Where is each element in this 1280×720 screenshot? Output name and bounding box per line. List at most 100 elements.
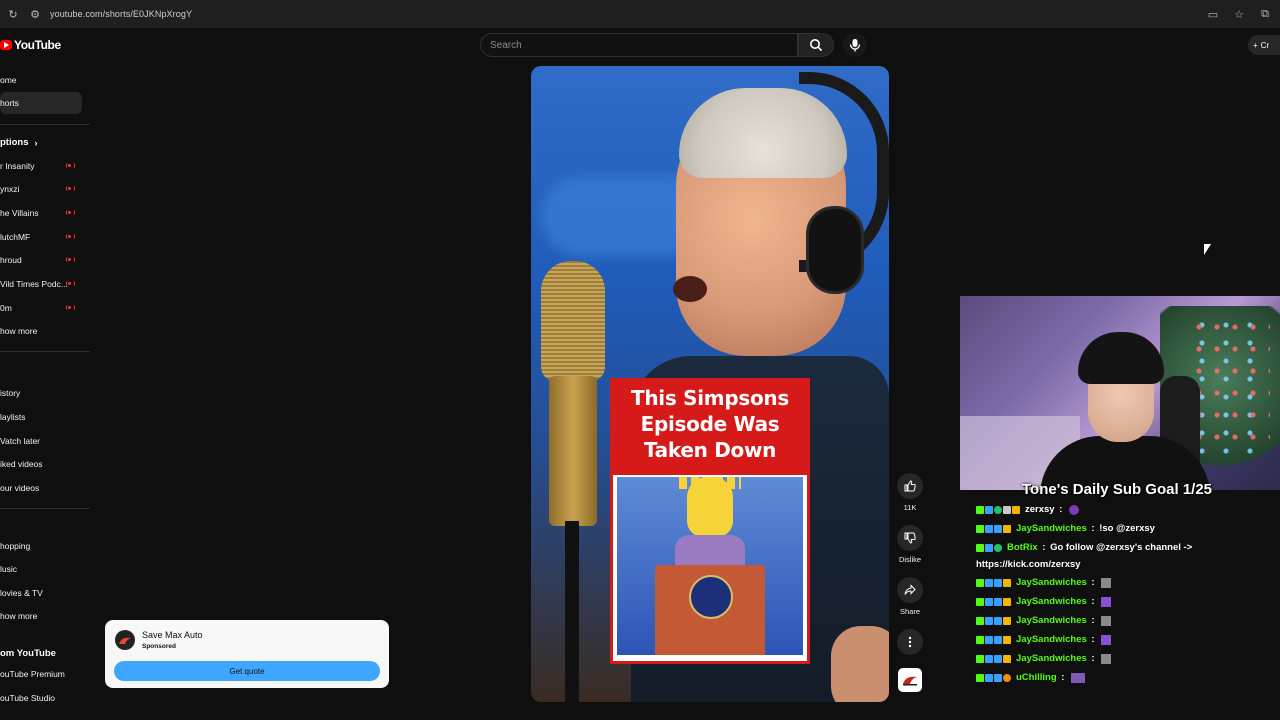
cast-icon[interactable]: ▭ bbox=[1206, 7, 1220, 21]
chat-separator: : bbox=[1088, 577, 1098, 588]
search-input[interactable]: Search bbox=[480, 33, 798, 57]
sidebar-item-label: lovies & TV bbox=[0, 588, 43, 598]
video-overlay-card: This Simpsons Episode Was Taken Down bbox=[610, 378, 810, 664]
overlay-title-line: Taken Down bbox=[643, 438, 777, 462]
sub-badge-icon bbox=[994, 616, 1002, 625]
cartoon-head bbox=[687, 477, 733, 537]
chat-badges bbox=[976, 635, 1011, 644]
sidebar-item-liked-videos[interactable]: iked videos bbox=[0, 453, 82, 475]
streamer-webcam bbox=[960, 296, 1280, 490]
masthead: YouTube Search + Cr bbox=[0, 28, 1280, 62]
sidebar-item-history[interactable]: istory bbox=[0, 382, 82, 404]
chat-badges bbox=[976, 597, 1011, 606]
share-button[interactable] bbox=[897, 577, 923, 603]
plus-icon: + bbox=[1253, 40, 1258, 50]
reload-icon[interactable]: ↻ bbox=[6, 7, 20, 21]
overlay-title-line: This Simpsons bbox=[631, 386, 789, 410]
sidebar-item-label: hroud bbox=[0, 255, 22, 265]
sidebar-item-your-videos[interactable]: our videos bbox=[0, 477, 82, 499]
mouse-cursor-icon bbox=[1204, 244, 1211, 255]
sidebar-item-watch-later[interactable]: Vatch later bbox=[0, 430, 82, 452]
emote-icon bbox=[1101, 615, 1112, 626]
sidebar-item-label: our videos bbox=[0, 483, 40, 493]
sidebar-item-label: Vatch later bbox=[0, 436, 41, 446]
sidebar-item-label: lutchMF bbox=[0, 232, 31, 242]
chat-username: BotRix bbox=[1007, 542, 1038, 553]
more-from-youtube-heading: om YouTube bbox=[0, 648, 56, 659]
thumbs-down-icon bbox=[904, 532, 916, 544]
tree-lights bbox=[1190, 316, 1270, 456]
kick-badge-icon bbox=[976, 505, 984, 514]
guide-sidebar: ome horts ptions › r Insanity ynxzi he V… bbox=[0, 62, 92, 720]
kick-badge-icon bbox=[976, 616, 984, 625]
sidebar-item-label: lusic bbox=[0, 564, 18, 574]
sidebar-item-label: hopping bbox=[0, 541, 31, 551]
sidebar-item-youtube-studio[interactable]: ouTube Studio bbox=[0, 687, 82, 709]
site-info-icon[interactable]: ⚙ bbox=[28, 7, 42, 21]
speaker-mouth bbox=[673, 276, 707, 302]
sidebar-show-more-subscriptions[interactable]: how more bbox=[0, 320, 82, 342]
kick-badge-icon bbox=[976, 597, 984, 606]
bookmark-star-icon[interactable]: ☆ bbox=[1232, 7, 1246, 21]
sub-badge-icon bbox=[994, 578, 1002, 587]
chat-separator: : bbox=[1088, 653, 1098, 664]
live-icon bbox=[66, 281, 75, 286]
sidebar-item-playlists[interactable]: laylists bbox=[0, 406, 82, 428]
divider bbox=[0, 508, 90, 509]
chat-message: BotRix : Go follow @zerxsy's channel -> bbox=[976, 542, 1192, 553]
sidebar-item-shopping[interactable]: hopping bbox=[0, 535, 82, 557]
kick-badge-icon bbox=[976, 543, 984, 552]
sidebar-show-more-explore[interactable]: how more bbox=[0, 605, 82, 627]
shorts-video-player[interactable]: This Simpsons Episode Was Taken Down bbox=[531, 66, 889, 702]
sidebar-item-label: ouTube Studio bbox=[0, 693, 55, 703]
sidebar-item-subscription[interactable]: Vild Times Podc... bbox=[0, 273, 82, 295]
voice-search-button[interactable] bbox=[843, 33, 867, 57]
sidebar-item-movies-tv[interactable]: lovies & TV bbox=[0, 582, 82, 604]
sidebar-item-label: iked videos bbox=[0, 459, 43, 469]
subscriptions-heading-label: ptions bbox=[0, 137, 29, 148]
like-button[interactable] bbox=[897, 473, 923, 499]
sidebar-item-youtube-premium[interactable]: ouTube Premium bbox=[0, 663, 82, 685]
sidebar-item-home[interactable]: ome bbox=[0, 69, 82, 91]
sidebar-item-shorts[interactable]: horts bbox=[0, 92, 82, 114]
youtube-logo[interactable]: YouTube bbox=[0, 38, 61, 52]
sub-goal-text: Tone's Daily Sub Goal 1/25 bbox=[1022, 481, 1213, 498]
dislike-button[interactable] bbox=[897, 525, 923, 551]
create-label: Cr bbox=[1260, 40, 1270, 50]
verified-badge-icon bbox=[985, 616, 993, 625]
sponsored-ad-card[interactable]: Save Max Auto Sponsored Get quote bbox=[105, 620, 389, 688]
create-button[interactable]: + Cr bbox=[1248, 35, 1280, 55]
chat-badges bbox=[976, 673, 1011, 682]
logo-text: YouTube bbox=[14, 38, 61, 52]
chat-badges bbox=[976, 543, 1002, 552]
chat-separator: : bbox=[1088, 634, 1098, 645]
verified-badge-icon bbox=[985, 543, 993, 552]
sidebar-item-subscription[interactable]: he Villains bbox=[0, 202, 82, 224]
chat-message-continuation: https://kick.com/zerxsy bbox=[976, 559, 1081, 570]
emote-icon bbox=[1071, 672, 1086, 683]
sidebar-item-subscription[interactable]: 0m bbox=[0, 297, 82, 319]
divider bbox=[0, 351, 90, 352]
channel-avatar[interactable] bbox=[898, 668, 922, 692]
subscriptions-heading[interactable]: ptions › bbox=[0, 137, 38, 148]
sidebar-item-music[interactable]: lusic bbox=[0, 558, 82, 580]
more-actions-button[interactable] bbox=[897, 629, 923, 655]
extensions-icon[interactable]: ⧉ bbox=[1258, 7, 1272, 21]
get-quote-button[interactable]: Get quote bbox=[114, 661, 380, 681]
chat-badges bbox=[976, 654, 1011, 663]
sidebar-item-subscription[interactable]: hroud bbox=[0, 249, 82, 271]
chat-link[interactable]: https://kick.com/zerxsy bbox=[976, 559, 1081, 570]
sidebar-item-label: ouTube Premium bbox=[0, 669, 65, 679]
address-bar[interactable]: youtube.com/shorts/E0JKNpXrogY bbox=[50, 9, 192, 19]
sidebar-item-subscription[interactable]: lutchMF bbox=[0, 226, 82, 248]
sidebar-item-subscription[interactable]: ynxzi bbox=[0, 178, 82, 200]
channel-logo-icon bbox=[903, 676, 917, 686]
search-button[interactable] bbox=[798, 33, 834, 57]
emote-icon bbox=[1101, 596, 1112, 607]
headphone-ear-cup bbox=[806, 206, 864, 294]
sidebar-item-label: r Insanity bbox=[0, 161, 35, 171]
chat-badges bbox=[976, 505, 1020, 514]
chat-badges bbox=[976, 616, 1011, 625]
sidebar-item-subscription[interactable]: r Insanity bbox=[0, 155, 82, 177]
gift-badge-icon bbox=[1003, 673, 1011, 682]
